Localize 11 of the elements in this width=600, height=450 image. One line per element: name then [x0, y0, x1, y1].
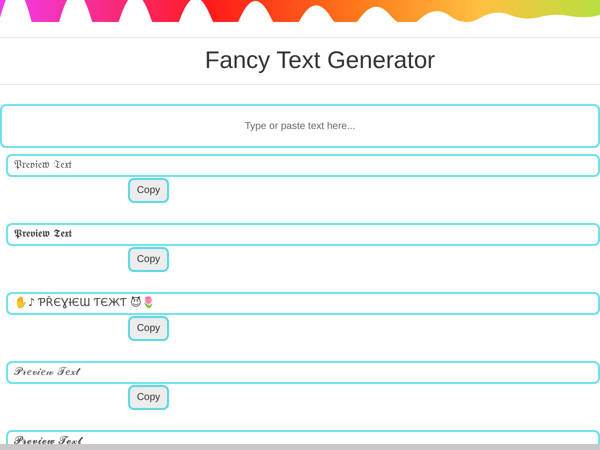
- copy-button[interactable]: Copy: [128, 316, 169, 341]
- horizontal-scrollbar[interactable]: [0, 444, 600, 450]
- preview-field[interactable]: ✋♪ ƤŘЄƔƗЄƜ ƬЄЖƬ 😈🌷: [6, 292, 600, 315]
- text-input-field[interactable]: Type or paste text here...: [0, 104, 600, 148]
- preview-field[interactable]: 𝕻𝖗𝖊𝖛𝖎𝖊𝖜 𝕿𝖊𝖝𝖙: [6, 223, 600, 246]
- preview-field[interactable]: 𝒫𝓇𝑒𝓋𝒾𝑒𝓌 𝒯𝑒𝓍𝓉: [6, 361, 600, 384]
- copy-button[interactable]: Copy: [128, 247, 169, 272]
- page-title: Fancy Text Generator: [204, 46, 436, 76]
- copy-button[interactable]: Copy: [128, 385, 169, 410]
- preview-field[interactable]: 𝔓𝔯𝔢𝔳𝔦𝔢𝔴 𝔗𝔢𝔵𝔱: [6, 154, 600, 177]
- copy-button[interactable]: Copy: [128, 178, 169, 203]
